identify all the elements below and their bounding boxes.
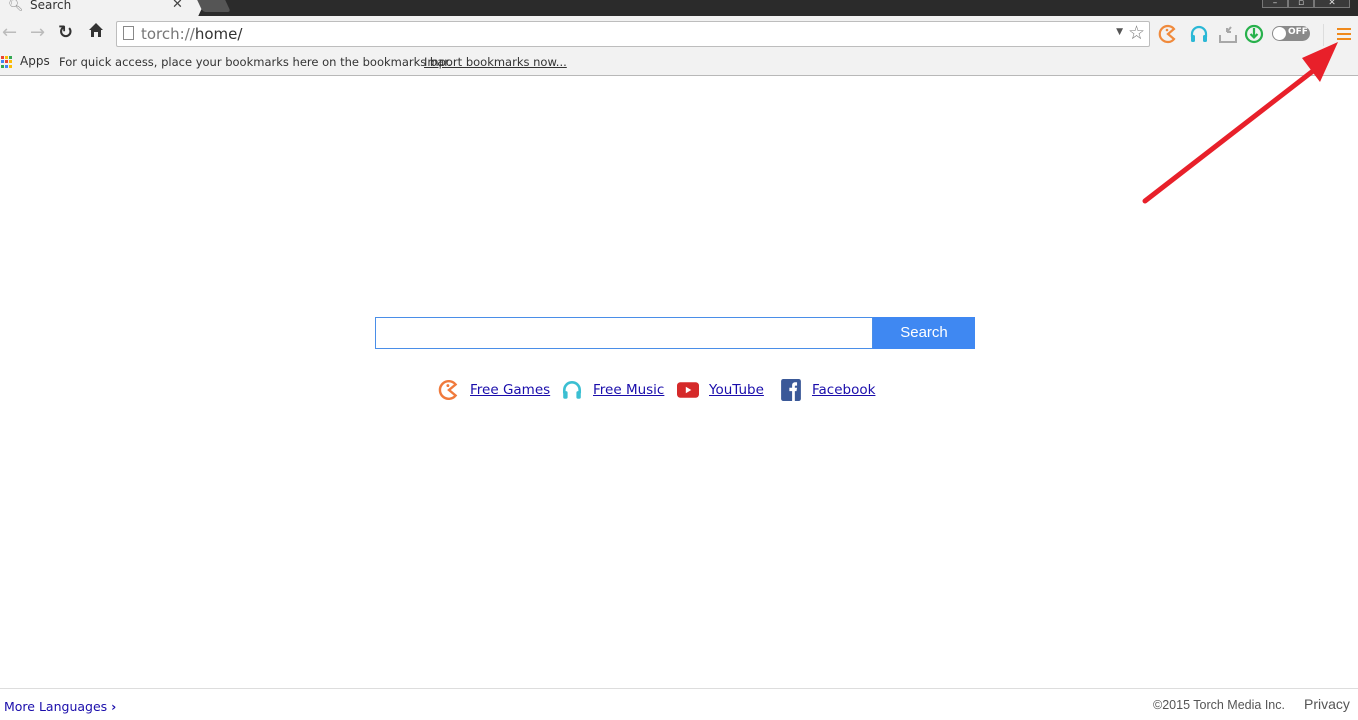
- forward-button[interactable]: →: [30, 22, 45, 43]
- search-icon: 🔍︎: [8, 0, 24, 12]
- address-bar[interactable]: torch://home/ ▼ ☆: [116, 21, 1150, 47]
- search-input[interactable]: [375, 317, 873, 349]
- home-button[interactable]: [88, 22, 104, 43]
- back-button[interactable]: ←: [2, 22, 17, 43]
- apps-button[interactable]: Apps: [20, 54, 50, 68]
- youtube-icon: [677, 382, 699, 398]
- page-icon: [123, 26, 134, 40]
- quick-link-free-games[interactable]: Free Games: [438, 379, 550, 401]
- copyright-text: ©2015 Torch Media Inc.: [1153, 698, 1285, 712]
- tab-title: Search: [30, 0, 72, 12]
- free-games-link[interactable]: Free Games: [470, 382, 550, 398]
- footer: More Languages › ©2015 Torch Media Inc. …: [0, 688, 1358, 720]
- more-languages-link[interactable]: More Languages ›: [4, 699, 116, 714]
- quick-link-free-music[interactable]: Free Music: [561, 379, 664, 401]
- minimize-button[interactable]: –: [1262, 0, 1288, 8]
- chevron-right-icon: ›: [111, 699, 117, 714]
- youtube-link[interactable]: YouTube: [709, 382, 764, 398]
- facebook-link[interactable]: Facebook: [812, 382, 875, 398]
- new-tab-button[interactable]: [197, 0, 231, 12]
- arrow-shaft: [1142, 61, 1325, 204]
- annotation-arrow: [1142, 42, 1338, 204]
- search-button[interactable]: Search: [873, 317, 975, 349]
- title-bar: 🔍︎ Search ✕ – ▫ ✕: [0, 0, 1358, 16]
- quick-link-youtube[interactable]: YouTube: [677, 379, 764, 401]
- headphones-icon: [562, 381, 582, 399]
- import-bookmarks-link[interactable]: Import bookmarks now...: [424, 55, 567, 69]
- url-text[interactable]: torch://home/: [141, 25, 242, 43]
- free-music-link[interactable]: Free Music: [593, 382, 664, 398]
- quick-link-facebook[interactable]: Facebook: [780, 379, 875, 401]
- apps-icon[interactable]: [1, 56, 13, 68]
- restore-button[interactable]: ▫: [1288, 0, 1314, 8]
- games-icon: [438, 380, 458, 400]
- dropdown-icon[interactable]: ▼: [1116, 27, 1123, 37]
- reload-button[interactable]: ↻: [58, 22, 73, 43]
- close-tab-icon[interactable]: ✕: [172, 0, 183, 12]
- close-window-button[interactable]: ✕: [1314, 0, 1350, 8]
- tab-search[interactable]: 🔍︎ Search: [0, 0, 190, 16]
- home-icon: [89, 23, 103, 37]
- facebook-icon: [781, 379, 801, 401]
- privacy-link[interactable]: Privacy: [1304, 696, 1350, 712]
- bookmarks-hint: For quick access, place your bookmarks h…: [59, 55, 452, 69]
